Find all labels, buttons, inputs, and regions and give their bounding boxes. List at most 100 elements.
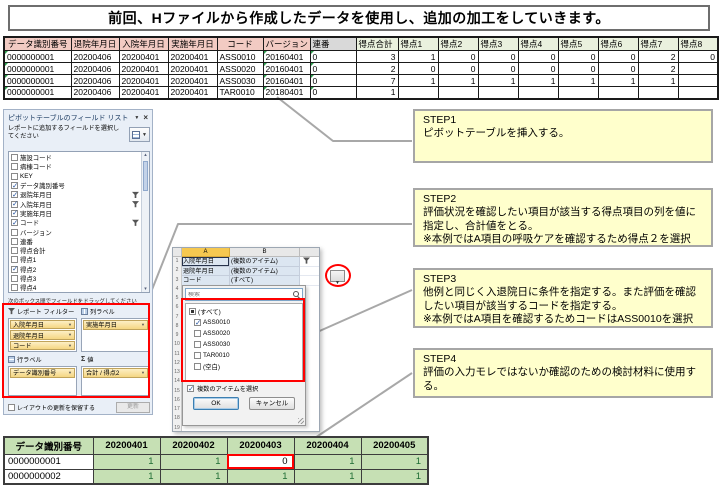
row-number[interactable]: 17 — [173, 405, 181, 414]
field-label: KEY — [20, 172, 33, 180]
field-item[interactable]: 実施年月日 — [10, 209, 140, 218]
row-number[interactable]: 10 — [173, 340, 181, 349]
field-item[interactable]: 得点1 — [10, 255, 140, 264]
column-header-b[interactable]: B — [230, 248, 300, 257]
field-item[interactable]: 退院年月日 — [10, 190, 140, 199]
checkbox[interactable] — [11, 247, 18, 255]
row-number[interactable]: 15 — [173, 387, 181, 396]
field-item[interactable]: 施設コード — [10, 153, 140, 162]
resize-grip[interactable] — [298, 418, 304, 424]
column-header-a[interactable]: A — [182, 248, 230, 257]
row-number[interactable]: 18 — [173, 414, 181, 423]
row-number[interactable]: 1 — [173, 257, 181, 266]
field-item[interactable]: データ識別番号 — [10, 181, 140, 190]
field-label: 得点2 — [20, 266, 37, 274]
checkbox[interactable] — [11, 219, 18, 227]
filter-value-cell[interactable]: (複数のアイテム) — [230, 266, 300, 276]
row-number[interactable]: 16 — [173, 396, 181, 405]
field-pill[interactable]: データ識別番号 — [10, 368, 75, 378]
filter-field-cell[interactable]: 退院年月日 — [182, 266, 230, 276]
checkbox[interactable] — [11, 256, 18, 264]
table-cell — [637, 86, 679, 99]
field-item[interactable]: 病棟コード — [10, 162, 140, 171]
checkbox[interactable] — [194, 352, 201, 359]
field-item[interactable]: コード — [10, 218, 140, 227]
filter-field-cell[interactable]: 入院年月日 — [182, 257, 230, 267]
close-icon[interactable] — [143, 113, 148, 122]
filter-option[interactable]: (空白) — [194, 361, 302, 372]
filter-option[interactable]: (すべて) — [189, 306, 302, 317]
checkbox[interactable] — [11, 191, 18, 199]
field-pill[interactable]: 退院年月日 — [10, 330, 75, 340]
field-pill[interactable]: 実施年月日 — [83, 320, 148, 330]
chevron-down-icon[interactable] — [134, 114, 139, 121]
scroll-down-icon[interactable]: ▾ — [142, 286, 149, 292]
checkbox[interactable] — [194, 363, 201, 370]
field-item[interactable]: 得点合計 — [10, 246, 140, 255]
scrollbar-thumb[interactable] — [143, 161, 148, 191]
row-number[interactable]: 8 — [173, 322, 181, 331]
highlighted-cell: 0 — [226, 453, 295, 470]
layout-options-button[interactable] — [129, 127, 150, 142]
field-pill[interactable]: コード — [10, 340, 75, 350]
checkbox[interactable] — [11, 172, 18, 180]
scroll-up-icon[interactable]: ▴ — [142, 152, 149, 158]
checkbox[interactable] — [11, 182, 18, 190]
row-number[interactable]: 11 — [173, 350, 181, 359]
defer-layout-checkbox[interactable] — [8, 404, 15, 411]
row-number[interactable]: 4 — [173, 285, 181, 294]
field-item[interactable]: 得点3 — [10, 274, 140, 283]
multi-select-row[interactable]: 複数のアイテムを選択 — [185, 384, 303, 393]
scrollbar[interactable]: ▴ ▾ — [141, 152, 149, 292]
checkbox[interactable] — [11, 275, 18, 282]
checkbox[interactable] — [11, 265, 18, 273]
checkbox[interactable] — [194, 319, 201, 326]
checkbox[interactable] — [189, 308, 196, 315]
option-label: (空白) — [203, 364, 221, 371]
row-number[interactable]: 2 — [173, 266, 181, 275]
filter-dropdown-button[interactable] — [330, 270, 345, 282]
search-box[interactable] — [185, 288, 303, 301]
field-item[interactable]: KEY — [10, 172, 140, 181]
field-item[interactable]: バージョン — [10, 227, 140, 237]
ok-button[interactable]: OK — [193, 397, 239, 410]
sheet-corner[interactable] — [173, 248, 182, 257]
checkbox[interactable] — [11, 154, 18, 162]
filter-option[interactable]: ASS0030 — [194, 339, 302, 350]
row-number[interactable]: 6 — [173, 303, 181, 312]
pill-label: データ識別番号 — [13, 370, 57, 378]
field-item[interactable]: 入院年月日 — [10, 199, 140, 209]
checkbox[interactable] — [194, 330, 201, 337]
filter-option[interactable]: ASS0020 — [194, 328, 302, 339]
checkbox[interactable] — [11, 228, 18, 236]
cancel-button[interactable]: キャンセル — [249, 397, 295, 410]
row-number[interactable]: 9 — [173, 331, 181, 340]
column-header: 20200402 — [159, 436, 228, 455]
field-pill[interactable]: 入院年月日 — [10, 320, 75, 330]
field-item[interactable]: 得点4 — [10, 283, 140, 292]
checkbox[interactable] — [11, 163, 18, 171]
field-pill[interactable]: 合計 / 得点2 — [83, 368, 148, 378]
table-cell: TAR0010 — [216, 86, 264, 99]
checkbox[interactable] — [11, 209, 18, 217]
field-item[interactable]: 得点2 — [10, 265, 140, 274]
row-number[interactable]: 13 — [173, 368, 181, 377]
row-number[interactable]: 7 — [173, 313, 181, 322]
filter-value-cell[interactable]: (複数のアイテム) — [230, 257, 300, 267]
row-number[interactable]: 12 — [173, 359, 181, 368]
row-number[interactable]: 14 — [173, 377, 181, 386]
field-label: コード — [20, 220, 40, 228]
checkbox[interactable] — [11, 200, 18, 208]
row-number[interactable]: 3 — [173, 276, 181, 285]
checkbox[interactable] — [187, 385, 194, 392]
checkbox[interactable] — [194, 341, 201, 348]
filter-option[interactable]: ASS0010 — [194, 317, 302, 328]
filter-option[interactable]: TAR0010 — [194, 350, 302, 361]
search-input[interactable] — [188, 291, 291, 298]
update-button[interactable]: 更新 — [116, 402, 150, 413]
checkbox[interactable] — [11, 237, 18, 245]
field-item[interactable]: 連番 — [10, 237, 140, 246]
row-number[interactable]: 5 — [173, 294, 181, 303]
row-number[interactable]: 19 — [173, 424, 181, 433]
checkbox[interactable] — [11, 284, 18, 292]
